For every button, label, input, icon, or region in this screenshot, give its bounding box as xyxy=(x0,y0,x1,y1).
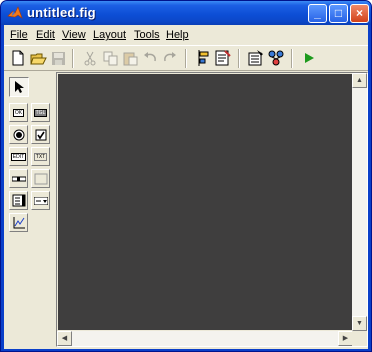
menu-file[interactable]: File xyxy=(10,29,28,41)
menu-editor-button[interactable] xyxy=(213,49,233,67)
copy-button[interactable] xyxy=(100,49,120,67)
align-objects-icon xyxy=(198,50,209,66)
copy-icon xyxy=(103,51,117,65)
paste-icon xyxy=(123,52,137,65)
undo-button[interactable] xyxy=(140,49,160,67)
popup-menu-icon xyxy=(33,196,48,205)
scroll-down-arrow-icon[interactable]: ▼ xyxy=(352,316,367,331)
vertical-scrollbar[interactable]: ▲ ▼ xyxy=(352,73,367,331)
resize-grip[interactable] xyxy=(352,331,367,346)
component-palette: OK TGL EDIT TXT xyxy=(7,75,55,243)
property-inspector-icon xyxy=(248,50,263,66)
scroll-right-arrow-icon[interactable]: ▶ xyxy=(338,331,353,346)
menu-bar: File Edit View Layout Tools Help xyxy=(4,25,368,45)
push-button-tool[interactable]: OK xyxy=(9,103,28,122)
cut-icon xyxy=(84,51,96,65)
popup-menu-tool[interactable] xyxy=(31,191,50,210)
menu-help[interactable]: Help xyxy=(166,29,189,41)
close-icon: × xyxy=(355,6,363,20)
static-text-tool[interactable]: TXT xyxy=(31,147,50,166)
open-button[interactable] xyxy=(28,49,48,67)
horizontal-scrollbar[interactable]: ◀ ▶ xyxy=(57,331,353,346)
undo-icon xyxy=(144,52,156,62)
run-icon xyxy=(305,53,314,63)
frame-tool[interactable] xyxy=(31,169,50,188)
menu-view[interactable]: View xyxy=(62,29,86,41)
maximize-button[interactable]: □ xyxy=(329,4,348,23)
checkbox-tool[interactable] xyxy=(31,125,50,144)
edit-text-label: EDIT xyxy=(10,152,27,161)
radio-icon xyxy=(13,129,24,140)
toolbar-separator xyxy=(185,49,187,68)
toggle-button-tool[interactable]: TGL xyxy=(31,103,50,122)
toolbar-separator xyxy=(72,49,74,68)
listbox-tool[interactable] xyxy=(9,191,28,210)
new-button[interactable] xyxy=(8,49,28,67)
push-button-label: OK xyxy=(12,108,25,117)
layout-area: ▲ ▼ ◀ ▶ xyxy=(56,72,368,347)
menu-tools[interactable]: Tools xyxy=(134,29,160,41)
object-browser-icon xyxy=(268,50,284,66)
static-text-label: TXT xyxy=(33,152,48,161)
edit-text-tool[interactable]: EDIT xyxy=(9,147,28,166)
minimize-button[interactable]: _ xyxy=(308,4,327,23)
paste-button[interactable] xyxy=(120,49,140,67)
new-file-icon xyxy=(12,50,24,66)
align-objects-button[interactable] xyxy=(193,49,213,67)
slider-icon xyxy=(11,176,26,181)
property-inspector-button[interactable] xyxy=(246,49,266,67)
layout-canvas[interactable] xyxy=(58,74,352,330)
guide-window: untitled.fig _ □ × File Edit View Layout… xyxy=(0,0,372,352)
axes-tool[interactable] xyxy=(9,213,28,232)
redo-icon xyxy=(164,52,176,62)
scroll-left-arrow-icon[interactable]: ◀ xyxy=(57,331,72,346)
client-area: File Edit View Layout Tools Help OK TGL … xyxy=(4,25,368,349)
save-button[interactable] xyxy=(48,49,68,67)
run-button[interactable] xyxy=(299,49,319,67)
toolbar-separator xyxy=(238,49,240,68)
title-bar[interactable]: untitled.fig _ □ × xyxy=(1,1,371,25)
matlab-logo-icon xyxy=(7,6,23,19)
open-folder-icon xyxy=(29,53,47,64)
slider-tool[interactable] xyxy=(9,169,28,188)
arrow-pointer-icon xyxy=(15,81,24,93)
listbox-icon xyxy=(12,194,25,207)
radio-button-tool[interactable] xyxy=(9,125,28,144)
menu-editor-icon xyxy=(215,50,231,66)
cut-button[interactable] xyxy=(80,49,100,67)
minimize-icon: _ xyxy=(314,6,321,20)
axes-icon xyxy=(13,216,25,228)
frame-icon xyxy=(34,173,47,184)
select-tool[interactable] xyxy=(9,77,29,97)
redo-button[interactable] xyxy=(160,49,180,67)
close-button[interactable]: × xyxy=(350,4,369,23)
menu-edit[interactable]: Edit xyxy=(36,29,55,41)
scroll-up-arrow-icon[interactable]: ▲ xyxy=(352,73,367,88)
window-title: untitled.fig xyxy=(27,5,96,20)
toolbar xyxy=(4,45,368,71)
toggle-button-label: TGL xyxy=(33,108,48,117)
toolbar-separator xyxy=(291,49,293,68)
maximize-icon: □ xyxy=(334,6,343,20)
checkbox-icon xyxy=(35,129,46,140)
save-icon xyxy=(51,51,65,65)
object-browser-button[interactable] xyxy=(266,49,286,67)
menu-layout[interactable]: Layout xyxy=(93,29,126,41)
